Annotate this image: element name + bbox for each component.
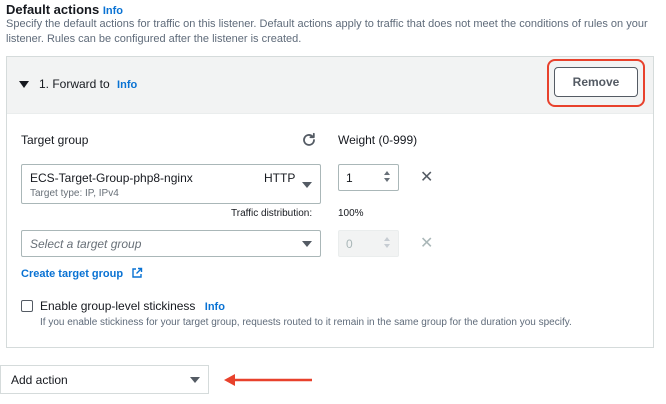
stickiness-info-link[interactable]: Info: [205, 301, 225, 313]
rule-header: 1. Forward to Info Remove: [7, 57, 653, 114]
caret-down-icon[interactable]: [19, 81, 29, 88]
section-description: Specify the default actions for traffic …: [6, 18, 648, 45]
target-group-name: ECS-Target-Group-php8-nginx: [30, 171, 193, 185]
empty-target-group-select[interactable]: Select a target group: [21, 230, 321, 257]
stepper-icon[interactable]: [381, 169, 393, 186]
target-group-protocol: HTTP: [264, 171, 296, 185]
add-action-dropdown[interactable]: Add action: [0, 365, 209, 394]
rule-title-text: 1. Forward to: [39, 77, 110, 91]
section-info-link[interactable]: Info: [103, 5, 123, 17]
chevron-down-icon: [302, 182, 312, 188]
empty-weight-input: 0: [338, 230, 399, 257]
empty-weight-value: 0: [346, 237, 353, 251]
stepper-icon: [381, 235, 393, 252]
stickiness-checkbox[interactable]: [21, 300, 33, 312]
weight-label: Weight (0-999): [338, 133, 418, 147]
arrow-annotation-icon: [222, 372, 314, 393]
rule-info-link[interactable]: Info: [117, 79, 137, 91]
add-action-label: Add action: [11, 373, 68, 387]
stickiness-description: If you enable stickiness for your target…: [40, 317, 572, 328]
create-target-group-text[interactable]: Create target group: [21, 268, 123, 280]
traffic-distribution-value: 100%: [338, 208, 364, 219]
refresh-icon[interactable]: [301, 132, 317, 153]
forward-rule-panel: 1. Forward to Info Remove Target group W…: [6, 56, 654, 348]
stickiness-label: Enable group-level stickiness Info: [40, 299, 225, 313]
remove-highlight-annotation: [547, 59, 645, 107]
weight-input[interactable]: 1: [338, 164, 399, 191]
remove-empty-target-icon: ✕: [420, 235, 434, 252]
stickiness-label-text: Enable group-level stickiness: [40, 299, 196, 313]
chevron-down-icon: [190, 377, 200, 383]
remove-target-icon[interactable]: ✕: [420, 170, 433, 186]
traffic-distribution-label: Traffic distribution:: [231, 208, 313, 219]
section-title: Default actions Info: [6, 2, 123, 17]
empty-target-placeholder: Select a target group: [30, 237, 142, 251]
target-group-select[interactable]: ECS-Target-Group-php8-nginx Target type:…: [21, 164, 321, 204]
weight-value: 1: [346, 171, 353, 185]
target-group-label: Target group: [21, 133, 89, 147]
external-link-icon: [131, 266, 143, 284]
create-target-group-link[interactable]: Create target group: [21, 264, 143, 284]
section-title-text: Default actions: [6, 2, 100, 17]
chevron-down-icon: [302, 241, 312, 247]
target-group-meta: Target type: IP, IPv4: [30, 188, 119, 199]
rule-title: 1. Forward to Info: [39, 77, 137, 91]
